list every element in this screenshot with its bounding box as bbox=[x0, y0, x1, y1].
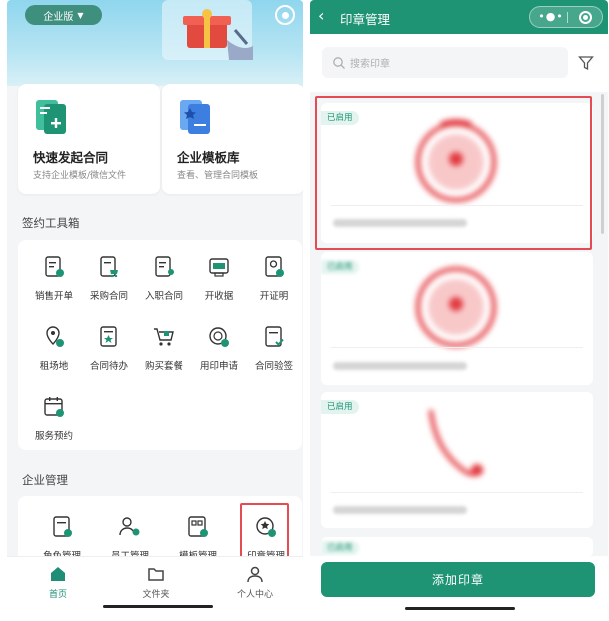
folder-icon bbox=[148, 568, 164, 581]
tool-receipt[interactable]: 开收据 bbox=[191, 246, 247, 302]
seal-management-screen: ‹ 印章管理 •●• 搜索印章 已启用 已启用 已启用 已启用 添加印章 bbox=[310, 0, 608, 614]
venue-rental-icon bbox=[46, 326, 64, 347]
tab-label: 首页 bbox=[48, 590, 67, 600]
tool-label: 服务预约 bbox=[34, 431, 73, 442]
template-icon bbox=[188, 516, 208, 537]
tool-label: 用印申请 bbox=[199, 361, 238, 372]
seal-card[interactable]: 已启用 bbox=[321, 537, 593, 557]
tool-certificate[interactable]: 开证明 bbox=[246, 246, 302, 302]
tool-contract-verify[interactable]: 合同验签 bbox=[246, 316, 302, 372]
mgmt-role[interactable]: 角色管理 bbox=[34, 506, 90, 562]
caret-down-icon: ▼ bbox=[77, 10, 84, 20]
seal-stamp-image bbox=[415, 266, 497, 348]
divider bbox=[331, 492, 583, 493]
tool-sales-order[interactable]: 销售开单 bbox=[26, 246, 82, 302]
seal-request-icon bbox=[209, 327, 229, 347]
tab-home[interactable]: 首页 bbox=[23, 565, 93, 600]
search-row: 搜索印章 bbox=[310, 34, 608, 92]
template-star-icon bbox=[180, 100, 210, 134]
contract-verify-icon bbox=[265, 326, 284, 347]
home-indicator bbox=[405, 607, 515, 610]
edition-selector[interactable]: 企业版 ▼ bbox=[25, 5, 102, 25]
screenshot-frame: 企业版 ▼ 快速发起合同 支持企业模板/微信文件 企业模板库 查看、管理合同模板… bbox=[0, 0, 609, 621]
back-chevron-icon[interactable]: ‹ bbox=[318, 7, 324, 25]
add-seal-button[interactable]: 添加印章 bbox=[321, 562, 595, 597]
divider bbox=[331, 347, 583, 348]
tool-label: 开收据 bbox=[204, 291, 234, 302]
seal-name-blurred bbox=[333, 506, 467, 514]
search-input[interactable]: 搜索印章 bbox=[322, 47, 568, 78]
onboarding-contract-icon bbox=[155, 256, 174, 277]
tab-label: 文件夹 bbox=[142, 590, 170, 600]
target-icon[interactable] bbox=[275, 5, 295, 25]
tool-label: 采购合同 bbox=[89, 291, 128, 302]
role-icon bbox=[53, 516, 72, 537]
mgmt-staff[interactable]: 员工管理 bbox=[102, 506, 158, 562]
tool-label: 入职合同 bbox=[144, 291, 183, 302]
toolbox-title: 签约工具箱 bbox=[22, 216, 80, 230]
status-badge: 已启用 bbox=[321, 260, 359, 274]
mgmt-template[interactable]: 模板管理 bbox=[170, 506, 226, 562]
tool-label: 销售开单 bbox=[34, 291, 73, 302]
more-dots-icon[interactable]: •●• bbox=[538, 7, 564, 27]
tool-label: 合同待办 bbox=[89, 361, 128, 372]
seal-card[interactable]: 已启用 bbox=[321, 392, 593, 528]
tab-label: 个人中心 bbox=[236, 590, 273, 600]
close-target-icon[interactable] bbox=[579, 11, 592, 24]
receipt-icon bbox=[209, 258, 229, 277]
tool-purchase-contract[interactable]: 采购合同 bbox=[81, 246, 137, 302]
contract-add-icon bbox=[36, 100, 66, 134]
card-subtitle: 支持企业模板/微信文件 bbox=[33, 171, 127, 181]
calendar-icon bbox=[44, 397, 64, 417]
search-icon bbox=[333, 56, 345, 69]
tool-label: 开证明 bbox=[259, 291, 289, 302]
management-title: 企业管理 bbox=[22, 473, 68, 487]
page-title: 印章管理 bbox=[340, 12, 391, 27]
contract-todo-icon bbox=[100, 326, 117, 347]
certificate-icon bbox=[265, 256, 284, 277]
tool-venue-rental[interactable]: 租场地 bbox=[26, 316, 82, 372]
gift-illustration-icon bbox=[162, 0, 253, 60]
home-screen: 企业版 ▼ 快速发起合同 支持企业模板/微信文件 企业模板库 查看、管理合同模板… bbox=[7, 0, 303, 614]
capsule-divider bbox=[567, 12, 568, 23]
highlight-box bbox=[240, 503, 289, 563]
tab-folder[interactable]: 文件夹 bbox=[121, 565, 191, 600]
highlight-box bbox=[315, 96, 592, 250]
filter-icon[interactable] bbox=[578, 55, 594, 71]
edition-label: 企业版 bbox=[43, 11, 74, 23]
template-library-card[interactable]: 企业模板库 查看、管理合同模板 bbox=[162, 84, 303, 194]
status-badge: 已启用 bbox=[321, 541, 359, 555]
scrollbar-thumb[interactable] bbox=[601, 94, 604, 234]
bottom-action-bar: 添加印章 bbox=[310, 556, 608, 614]
tool-buy-package[interactable]: 购买套餐 bbox=[136, 316, 192, 372]
search-placeholder: 搜索印章 bbox=[350, 59, 390, 70]
tool-label: 合同验签 bbox=[254, 361, 293, 372]
seal-card[interactable]: 已启用 bbox=[321, 252, 593, 385]
tab-profile[interactable]: 个人中心 bbox=[220, 565, 290, 600]
status-badge: 已启用 bbox=[321, 400, 359, 414]
home-indicator bbox=[103, 605, 213, 608]
purchase-contract-icon bbox=[100, 256, 118, 278]
tool-label: 租场地 bbox=[39, 361, 69, 372]
mini-program-capsule: •●• bbox=[529, 6, 603, 28]
signature-stroke-image bbox=[428, 409, 484, 477]
nav-header: ‹ 印章管理 •●• bbox=[310, 0, 608, 34]
card-subtitle: 查看、管理合同模板 bbox=[177, 171, 259, 181]
staff-icon bbox=[119, 517, 140, 536]
card-title: 企业模板库 bbox=[177, 150, 240, 165]
sales-order-icon bbox=[45, 256, 64, 277]
tool-contract-todo[interactable]: 合同待办 bbox=[81, 316, 137, 372]
tool-onboarding-contract[interactable]: 入职合同 bbox=[136, 246, 192, 302]
tool-seal-request[interactable]: 用印申请 bbox=[191, 316, 247, 372]
card-title: 快速发起合同 bbox=[33, 150, 109, 165]
home-icon bbox=[51, 567, 65, 581]
cart-icon bbox=[154, 328, 174, 346]
person-icon bbox=[247, 566, 263, 583]
hero-banner: 企业版 ▼ bbox=[7, 0, 303, 86]
quick-start-contract-card[interactable]: 快速发起合同 支持企业模板/微信文件 bbox=[18, 84, 160, 194]
seal-name-blurred bbox=[333, 362, 467, 370]
toolbox-panel: 销售开单 采购合同 入职合同 开收据 开证明 租场地 合同待办 购买套餐 用印申… bbox=[18, 240, 302, 450]
tool-label: 购买套餐 bbox=[144, 361, 183, 372]
tool-service-booking[interactable]: 服务预约 bbox=[26, 386, 82, 442]
